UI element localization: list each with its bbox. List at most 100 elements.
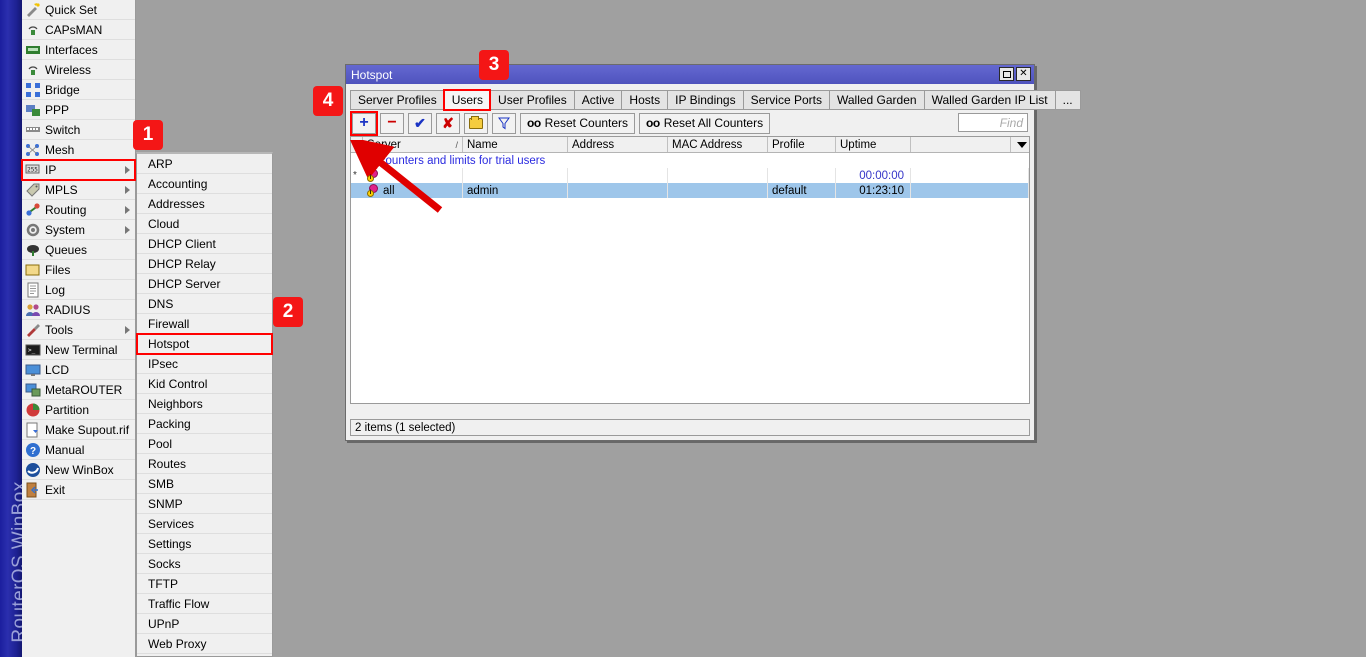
- cell-profile: [768, 168, 836, 183]
- sidebar-item-metarouter[interactable]: MetaROUTER: [22, 380, 135, 400]
- submenu-item-routes[interactable]: Routes: [137, 454, 272, 474]
- submenu-item-services[interactable]: Services: [137, 514, 272, 534]
- sidebar-item-manual[interactable]: ?Manual: [22, 440, 135, 460]
- sidebar-item-ppp[interactable]: PPP: [22, 100, 135, 120]
- chevron-right-icon: [125, 226, 130, 234]
- tools-icon: [25, 322, 41, 338]
- sidebar-item-system[interactable]: System: [22, 220, 135, 240]
- disable-button[interactable]: ✘: [436, 113, 460, 134]
- sidebar-item-make-supout-rif[interactable]: Make Supout.rif: [22, 420, 135, 440]
- sidebar-item-files[interactable]: Files: [22, 260, 135, 280]
- submenu-item-ipsec[interactable]: IPsec: [137, 354, 272, 374]
- submenu-item-pool[interactable]: Pool: [137, 434, 272, 454]
- tab-hosts[interactable]: Hosts: [621, 90, 667, 110]
- submenu-item-kid-control[interactable]: Kid Control: [137, 374, 272, 394]
- tab-server-profiles[interactable]: Server Profiles: [350, 90, 444, 110]
- column-header-address[interactable]: Address: [568, 137, 668, 152]
- sidebar-item-interfaces[interactable]: Interfaces: [22, 40, 135, 60]
- reset-all-counters-label: Reset All Counters: [664, 116, 763, 130]
- submenu-item-hotspot[interactable]: Hotspot: [137, 334, 272, 354]
- column-header-profile[interactable]: Profile: [768, 137, 836, 152]
- sidebar-item-switch[interactable]: Switch: [22, 120, 135, 140]
- submenu-item-arp[interactable]: ARP: [137, 154, 272, 174]
- sidebar-item-log[interactable]: Log: [22, 280, 135, 300]
- submenu-item-socks[interactable]: Socks: [137, 554, 272, 574]
- column-header-name[interactable]: Name: [463, 137, 568, 152]
- column-chooser-button[interactable]: [1011, 137, 1029, 152]
- submenu-item-addresses[interactable]: Addresses: [137, 194, 272, 214]
- sidebar-item-lcd[interactable]: LCD: [22, 360, 135, 380]
- column-header-server[interactable]: Server/: [363, 137, 463, 152]
- submenu-item-snmp[interactable]: SNMP: [137, 494, 272, 514]
- submenu-item-dns[interactable]: DNS: [137, 294, 272, 314]
- submenu-item-upnp[interactable]: UPnP: [137, 614, 272, 634]
- tab-[interactable]: ...: [1055, 90, 1081, 110]
- submenu-item-firewall[interactable]: Firewall: [137, 314, 272, 334]
- table-comment-row[interactable]: ;;; counters and limits for trial users: [351, 153, 1029, 168]
- tab-user-profiles[interactable]: User Profiles: [490, 90, 574, 110]
- submenu-item-web-proxy[interactable]: Web Proxy: [137, 634, 272, 654]
- sidebar-item-partition[interactable]: Partition: [22, 400, 135, 420]
- sidebar-item-queues[interactable]: Queues: [22, 240, 135, 260]
- search-input[interactable]: Find: [958, 113, 1028, 132]
- sidebar-item-ip[interactable]: 255IP: [22, 160, 135, 180]
- submenu-item-settings[interactable]: Settings: [137, 534, 272, 554]
- submenu-item-dhcp-relay[interactable]: DHCP Relay: [137, 254, 272, 274]
- reset-counters-button[interactable]: oo Reset Counters: [520, 113, 635, 134]
- tab-ip-bindings[interactable]: IP Bindings: [667, 90, 743, 110]
- table-row[interactable]: *i00:00:00: [351, 168, 1029, 183]
- submenu-item-dhcp-client[interactable]: DHCP Client: [137, 234, 272, 254]
- close-button[interactable]: ✕: [1016, 67, 1031, 81]
- reset-all-counters-button[interactable]: oo Reset All Counters: [639, 113, 770, 134]
- sidebar-item-tools[interactable]: Tools: [22, 320, 135, 340]
- enable-button[interactable]: ✔: [408, 113, 432, 134]
- submenu-item-neighbors[interactable]: Neighbors: [137, 394, 272, 414]
- tab-users[interactable]: Users: [444, 90, 490, 110]
- sidebar-item-label: Bridge: [45, 83, 80, 97]
- filter-icon: [498, 117, 510, 130]
- tab-walled-garden-ip-list[interactable]: Walled Garden IP List: [924, 90, 1055, 110]
- sidebar-item-routing[interactable]: Routing: [22, 200, 135, 220]
- submenu-item-dhcp-server[interactable]: DHCP Server: [137, 274, 272, 294]
- sidebar-item-mesh[interactable]: Mesh: [22, 140, 135, 160]
- sidebar-item-capsman[interactable]: CAPsMAN: [22, 20, 135, 40]
- remove-user-button[interactable]: −: [380, 113, 404, 134]
- column-header-uptime[interactable]: Uptime: [836, 137, 911, 152]
- counter-prefix-icon: oo: [527, 116, 541, 130]
- cell-name: [463, 168, 568, 183]
- tab-active[interactable]: Active: [574, 90, 622, 110]
- submenu-item-traffic-flow[interactable]: Traffic Flow: [137, 594, 272, 614]
- table-row[interactable]: ialladmindefault01:23:10: [351, 183, 1029, 198]
- sidebar-item-radius[interactable]: RADIUS: [22, 300, 135, 320]
- sidebar-item-wireless[interactable]: Wireless: [22, 60, 135, 80]
- sidebar-item-exit[interactable]: Exit: [22, 480, 135, 500]
- sort-ascending-icon: /: [455, 140, 458, 150]
- tab-service-ports[interactable]: Service Ports: [743, 90, 829, 110]
- sidebar-item-quick-set[interactable]: Quick Set: [22, 0, 135, 20]
- submenu-item-smb[interactable]: SMB: [137, 474, 272, 494]
- sidebar-item-mpls[interactable]: MPLS: [22, 180, 135, 200]
- exit-icon: [25, 482, 41, 498]
- filter-button[interactable]: [492, 113, 516, 134]
- column-header-label: Name: [467, 139, 498, 151]
- tab-label: Users: [452, 93, 483, 107]
- submenu-item-cloud[interactable]: Cloud: [137, 214, 272, 234]
- column-header-mac-address[interactable]: MAC Address: [668, 137, 768, 152]
- comment-button[interactable]: [464, 113, 488, 134]
- tab-walled-garden[interactable]: Walled Garden: [829, 90, 924, 110]
- sidebar-item-new-terminal[interactable]: >_New Terminal: [22, 340, 135, 360]
- submenu-item-accounting[interactable]: Accounting: [137, 174, 272, 194]
- cell-server-label: all: [383, 185, 395, 197]
- sidebar-item-bridge[interactable]: Bridge: [22, 80, 135, 100]
- queues-icon: [25, 242, 41, 258]
- submenu-item-packing[interactable]: Packing: [137, 414, 272, 434]
- metarouter-icon: [25, 382, 41, 398]
- submenu-item-tftp[interactable]: TFTP: [137, 574, 272, 594]
- chevron-right-icon: [125, 206, 130, 214]
- submenu-item-label: UPnP: [148, 617, 179, 631]
- tab-label: Active: [582, 93, 615, 107]
- add-user-button[interactable]: +: [352, 113, 376, 134]
- sidebar-item-new-winbox[interactable]: New WinBox: [22, 460, 135, 480]
- sidebar-item-label: Exit: [45, 483, 65, 497]
- maximize-button[interactable]: [999, 67, 1014, 81]
